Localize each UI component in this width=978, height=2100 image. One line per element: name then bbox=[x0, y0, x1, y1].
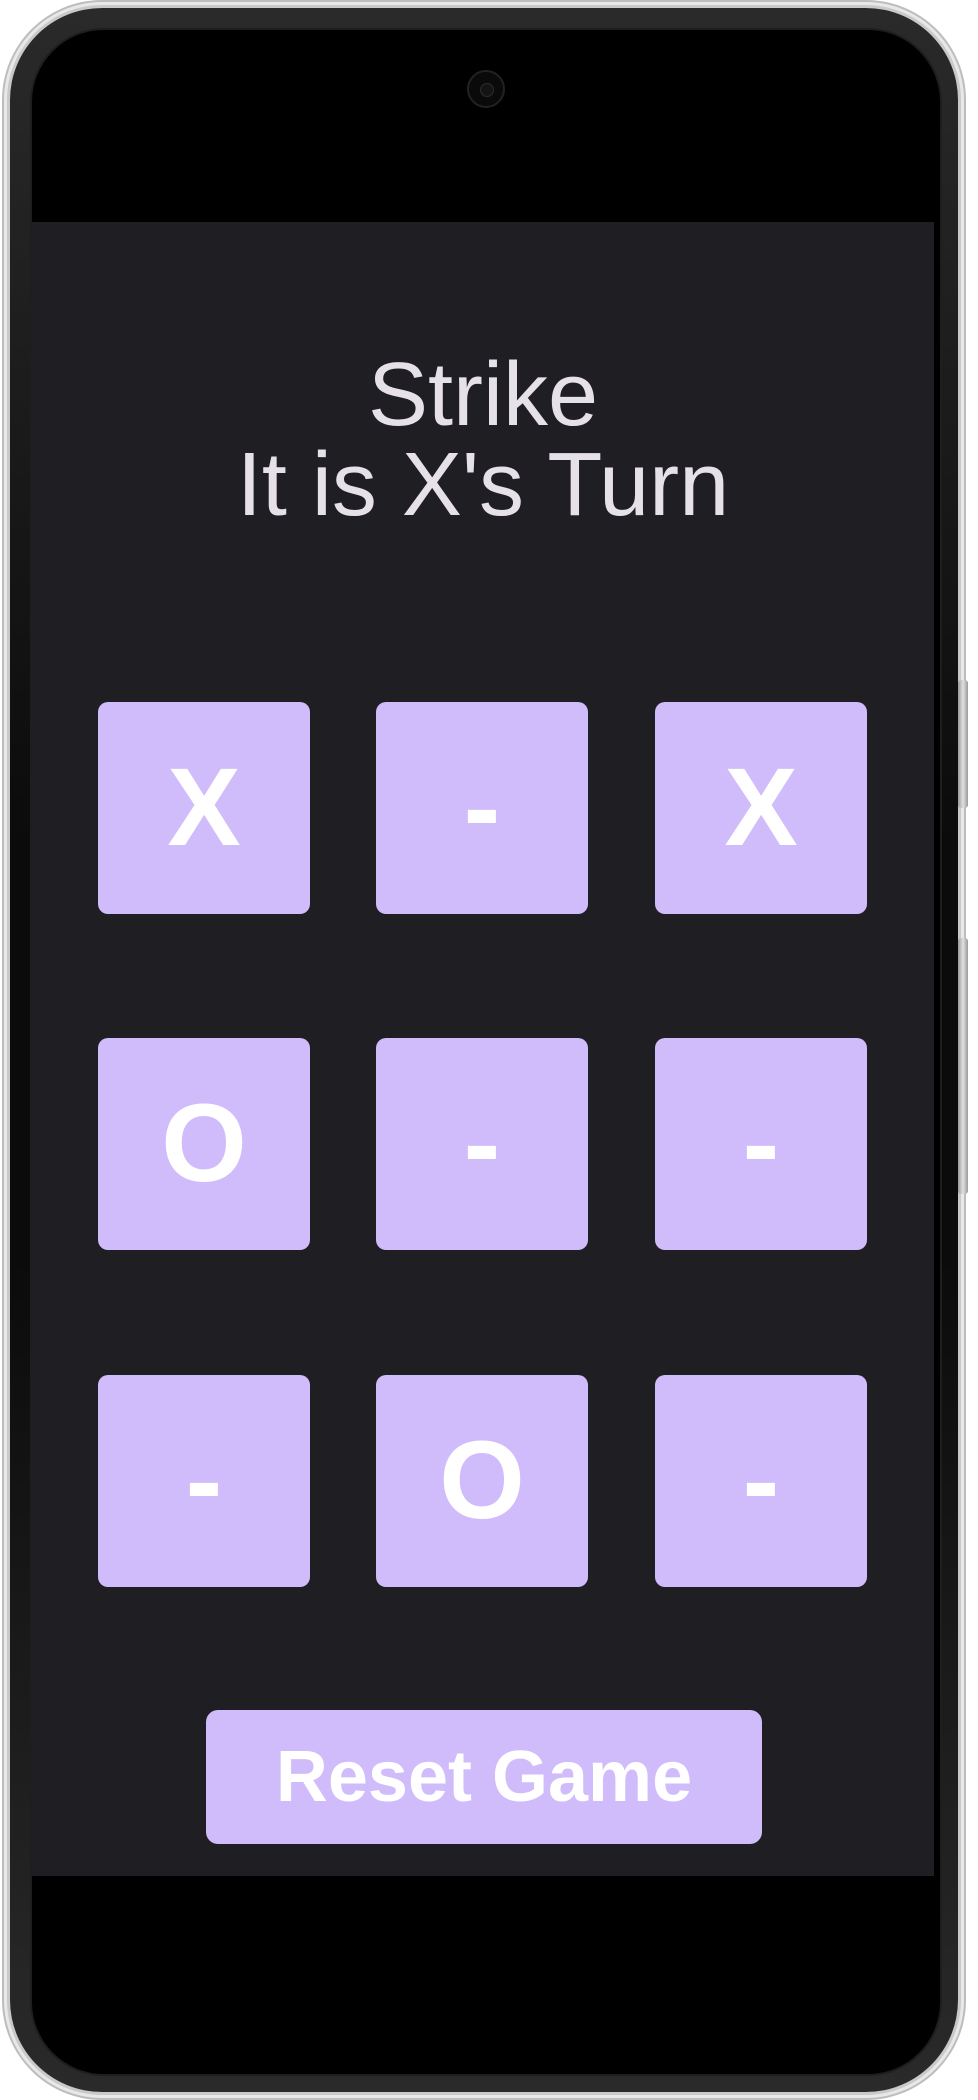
turn-status: It is X's Turn bbox=[236, 435, 730, 535]
board-cell-r3c2[interactable]: O bbox=[376, 1375, 588, 1587]
board-cell-r3c3[interactable]: - bbox=[655, 1375, 867, 1587]
reset-game-button[interactable]: Reset Game bbox=[206, 1710, 762, 1844]
board-cell-r2c2[interactable]: - bbox=[376, 1038, 588, 1250]
board-cell-r3c1[interactable]: - bbox=[98, 1375, 310, 1587]
app-title: Strike bbox=[367, 345, 599, 445]
app-screen: Strike It is X's Turn X - X O - - - O - … bbox=[32, 222, 934, 1876]
board-cell-r1c1[interactable]: X bbox=[98, 702, 310, 914]
volume-button bbox=[958, 938, 968, 1194]
front-camera-icon bbox=[467, 70, 505, 108]
board-cell-r1c2[interactable]: - bbox=[376, 702, 588, 914]
board-cell-r2c1[interactable]: O bbox=[98, 1038, 310, 1250]
board-cell-r1c3[interactable]: X bbox=[655, 702, 867, 914]
board-cell-r2c3[interactable]: - bbox=[655, 1038, 867, 1250]
power-button bbox=[958, 680, 968, 808]
